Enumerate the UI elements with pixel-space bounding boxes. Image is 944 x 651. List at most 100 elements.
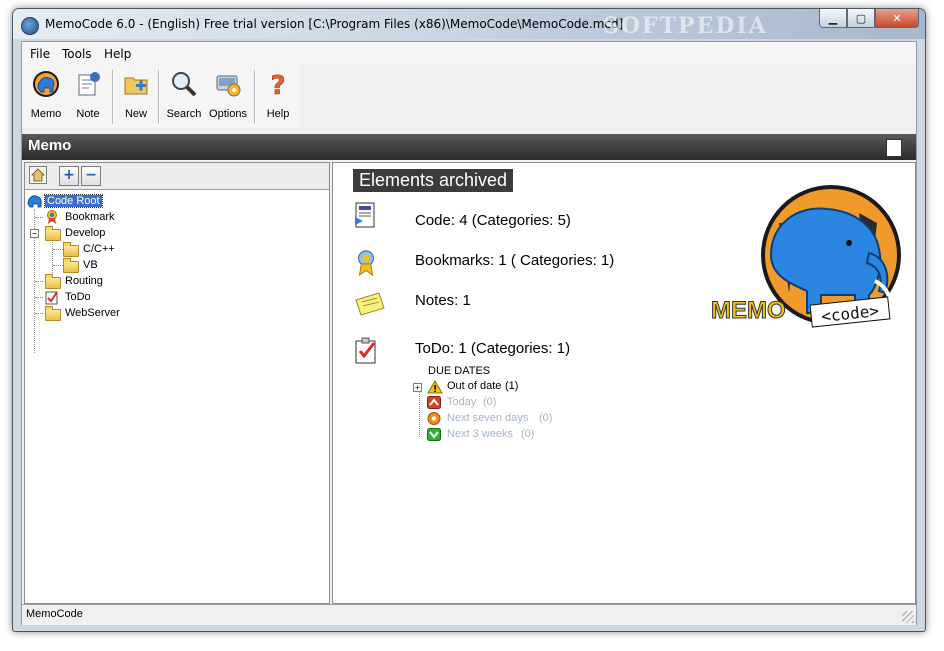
memo-button-label: Memo: [30, 108, 62, 120]
due-today[interactable]: Today (0): [427, 395, 627, 411]
resize-grip[interactable]: [902, 611, 914, 623]
elephant-root-icon: [27, 195, 42, 208]
due-count: (0): [539, 412, 553, 424]
new-folder-icon: [124, 77, 148, 95]
bookmark-ribbon-icon: [47, 210, 57, 224]
home-icon[interactable]: [29, 166, 47, 184]
tree-connector: [35, 217, 43, 218]
main-toolbar: Memo Note New Search Options ? Help: [22, 64, 300, 128]
bookmarks-count: Bookmarks: 1 ( Categories: 1): [415, 252, 615, 269]
tree-connector: [52, 239, 53, 279]
menu-help[interactable]: Help: [104, 47, 131, 61]
tree-connector: [53, 265, 63, 266]
question-icon: ?: [270, 71, 286, 98]
folder-icon: [45, 226, 61, 241]
note-button[interactable]: Note: [66, 66, 110, 126]
folder-icon: [63, 242, 79, 257]
sticky-note-icon: [355, 292, 385, 316]
code-count: Code: 4 (Categories: 5): [415, 212, 571, 229]
due-label: Today: [447, 396, 477, 408]
tree-connector: [35, 281, 43, 282]
tree-item-todo[interactable]: ToDo: [45, 290, 325, 306]
tree-item-label: Bookmark: [65, 211, 115, 223]
due-count: (0): [483, 396, 497, 408]
tree-item-label: Develop: [65, 227, 106, 239]
status-bar: MemoCode: [22, 604, 916, 625]
code-document-icon: [355, 202, 375, 228]
collapse-all-button[interactable]: −: [81, 166, 101, 186]
summary-pane: Elements archived Code: 4 (Categories: 5…: [332, 162, 916, 604]
up-arrow-red-icon: [427, 396, 441, 409]
tree-item-label: VB: [83, 259, 98, 271]
notes-count: Notes: 1: [415, 292, 471, 309]
tree-item-c-cpp[interactable]: C/C++: [63, 242, 323, 258]
due-label: Out of date: [447, 380, 502, 392]
bookmark-ribbon-icon: [358, 250, 374, 277]
new-button-label: New: [124, 108, 147, 120]
memocode-logo: MEMO <code>: [711, 185, 901, 328]
window-title: MemoCode 6.0 - (English) Free trial vers…: [45, 17, 624, 31]
svg-text:?: ?: [270, 71, 285, 98]
folder-icon: [45, 274, 61, 289]
warning-icon: [427, 380, 443, 394]
todo-count: ToDo: 1 (Categories: 1): [415, 340, 571, 357]
toolbar-separator: [158, 70, 160, 124]
maximize-button[interactable]: ▢: [847, 9, 875, 28]
window-controls: ▁ ▢ ✕: [819, 9, 919, 28]
tree-item-routing[interactable]: Routing: [45, 274, 325, 290]
app-icon[interactable]: [21, 17, 39, 35]
search-button[interactable]: Search: [162, 66, 206, 126]
due-count: (1): [505, 380, 519, 392]
note-icon: [78, 72, 100, 96]
help-button-label: Help: [266, 108, 290, 120]
tree-item-label: ToDo: [65, 291, 91, 303]
due-label: Next seven days: [447, 412, 529, 424]
memo-panel-header: Memo: [22, 134, 916, 160]
menu-tools[interactable]: Tools: [62, 47, 92, 61]
menu-file[interactable]: File: [30, 47, 50, 61]
tree-item-code-root[interactable]: Code Root: [27, 194, 327, 210]
circle-orange-icon: [427, 412, 441, 425]
options-button[interactable]: Options: [206, 66, 250, 126]
checklist-icon: [45, 291, 58, 305]
new-button[interactable]: New: [114, 66, 158, 126]
help-button[interactable]: ? Help: [256, 66, 300, 126]
memo-button[interactable]: Memo: [24, 66, 68, 126]
memo-panel-title: Memo: [28, 137, 72, 154]
tree-toolbar: + −: [25, 163, 329, 190]
app-window: MemoCode 6.0 - (English) Free trial vers…: [12, 8, 926, 632]
expand-all-button[interactable]: +: [59, 166, 79, 186]
tree-connector: [53, 249, 63, 250]
elements-archived-heading: Elements archived: [353, 169, 514, 192]
check-green-icon: [427, 428, 441, 441]
tree-item-vb[interactable]: VB: [63, 258, 323, 274]
due-count: (0): [521, 428, 535, 440]
expand-toggle[interactable]: +: [413, 383, 422, 392]
folder-icon: [45, 306, 61, 321]
logo-memo-text: MEMO: [711, 297, 786, 324]
menu-bar: File Tools Help: [22, 42, 916, 64]
close-button[interactable]: ✕: [875, 9, 919, 28]
folder-icon: [63, 258, 79, 273]
due-next-3-weeks[interactable]: Next 3 weeks (0): [427, 427, 627, 443]
title-bar[interactable]: MemoCode 6.0 - (English) Free trial vers…: [13, 9, 925, 39]
document-icon[interactable]: [886, 139, 902, 157]
tree-connector: [35, 313, 43, 314]
memo-elephant-icon: [33, 71, 59, 97]
note-button-label: Note: [76, 108, 100, 120]
tree-item-label: Code Root: [44, 194, 103, 208]
tree-item-develop[interactable]: − Develop: [27, 226, 325, 242]
tree-item-bookmark[interactable]: Bookmark: [45, 210, 325, 226]
due-next-seven-days[interactable]: Next seven days (0): [427, 411, 627, 427]
collapse-toggle[interactable]: −: [30, 229, 39, 238]
minimize-button[interactable]: ▁: [819, 9, 847, 28]
due-out-of-date[interactable]: + Out of date (1): [413, 379, 613, 395]
client-area: File Tools Help Memo Note New Search Opt…: [21, 41, 917, 625]
tree-item-label: C/C++: [83, 243, 115, 255]
softpedia-watermark: SOFTPEDIA: [603, 13, 768, 39]
search-button-label: Search: [166, 108, 202, 120]
magnifier-icon: [172, 72, 197, 97]
tree-item-webserver[interactable]: WebServer: [45, 306, 325, 322]
tree-connector: [35, 297, 43, 298]
tree-item-label: WebServer: [65, 307, 120, 319]
